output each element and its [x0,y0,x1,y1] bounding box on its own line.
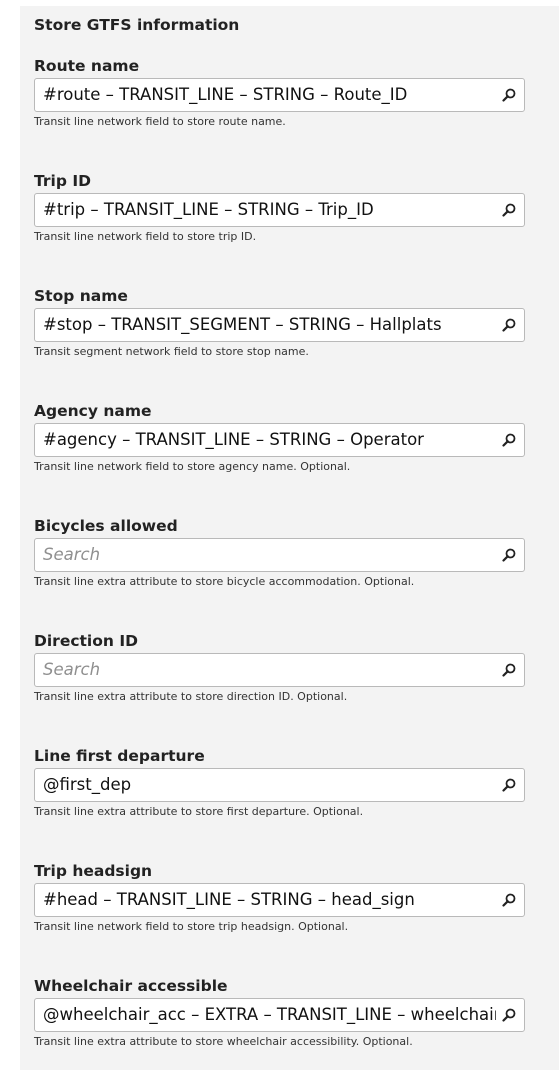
field-label: Line first departure [34,747,205,765]
field-stop-name: Stop name #stop – TRANSIT_SEGMENT – STRI… [34,285,539,358]
field-value: #stop – TRANSIT_SEGMENT – STRING – Hallp… [43,315,442,334]
field-help: Transit line network field to store rout… [34,115,286,128]
search-icon[interactable] [501,547,517,563]
trip-id-input[interactable]: #trip – TRANSIT_LINE – STRING – Trip_ID [34,193,525,227]
field-value: #route – TRANSIT_LINE – STRING – Route_I… [43,85,408,104]
field-value: #head – TRANSIT_LINE – STRING – head_sig… [43,890,415,909]
field-agency-name: Agency name #agency – TRANSIT_LINE – STR… [34,400,539,473]
field-wheelchair-accessible: Wheelchair accessible @wheelchair_acc – … [34,975,539,1048]
search-placeholder: Search [43,660,101,679]
gtfs-settings-panel: Store GTFS information Route name #route… [20,6,559,1070]
field-route-name: Route name #route – TRANSIT_LINE – STRIN… [34,55,539,128]
field-bicycles-allowed: Bicycles allowed Search Transit line ext… [34,515,539,588]
field-help: Transit line extra attribute to store di… [34,690,348,703]
search-icon[interactable] [501,1007,517,1023]
search-icon[interactable] [501,662,517,678]
bicycles-allowed-input[interactable]: Search [34,538,525,572]
search-icon[interactable] [501,87,517,103]
field-help: Transit line extra attribute to store fi… [34,805,364,818]
field-help: Transit segment network field to store s… [34,345,309,358]
field-label: Trip ID [34,172,91,190]
section-title: Store GTFS information [34,16,240,34]
search-icon[interactable] [501,202,517,218]
field-label: Agency name [34,402,152,420]
direction-id-input[interactable]: Search [34,653,525,687]
field-label: Stop name [34,287,128,305]
field-label: Wheelchair accessible [34,977,228,995]
field-line-first-departure: Line first departure @first_dep Transit … [34,745,539,818]
field-value: #trip – TRANSIT_LINE – STRING – Trip_ID [43,200,374,219]
field-help: Transit line extra attribute to store wh… [34,1035,413,1048]
route-name-input[interactable]: #route – TRANSIT_LINE – STRING – Route_I… [34,78,525,112]
wheelchair-accessible-input[interactable]: @wheelchair_acc – EXTRA – TRANSIT_LINE –… [34,998,525,1032]
field-help: Transit line network field to store trip… [34,230,257,243]
search-icon[interactable] [501,432,517,448]
search-icon[interactable] [501,317,517,333]
field-value: @first_dep [43,775,132,794]
field-label: Trip headsign [34,862,153,880]
trip-headsign-input[interactable]: #head – TRANSIT_LINE – STRING – head_sig… [34,883,525,917]
line-first-departure-input[interactable]: @first_dep [34,768,525,802]
field-label: Direction ID [34,632,138,650]
search-icon[interactable] [501,777,517,793]
field-help: Transit line extra attribute to store bi… [34,575,415,588]
search-placeholder: Search [43,545,101,564]
field-direction-id: Direction ID Search Transit line extra a… [34,630,539,703]
field-label: Route name [34,57,140,75]
field-help: Transit line network field to store agen… [34,460,351,473]
field-label: Bicycles allowed [34,517,178,535]
search-icon[interactable] [501,892,517,908]
agency-name-input[interactable]: #agency – TRANSIT_LINE – STRING – Operat… [34,423,525,457]
field-trip-id: Trip ID #trip – TRANSIT_LINE – STRING – … [34,170,539,243]
field-value: #agency – TRANSIT_LINE – STRING – Operat… [43,430,424,449]
field-trip-headsign: Trip headsign #head – TRANSIT_LINE – STR… [34,860,539,933]
field-help: Transit line network field to store trip… [34,920,349,933]
stop-name-input[interactable]: #stop – TRANSIT_SEGMENT – STRING – Hallp… [34,308,525,342]
field-value: @wheelchair_acc – EXTRA – TRANSIT_LINE –… [43,1005,496,1024]
